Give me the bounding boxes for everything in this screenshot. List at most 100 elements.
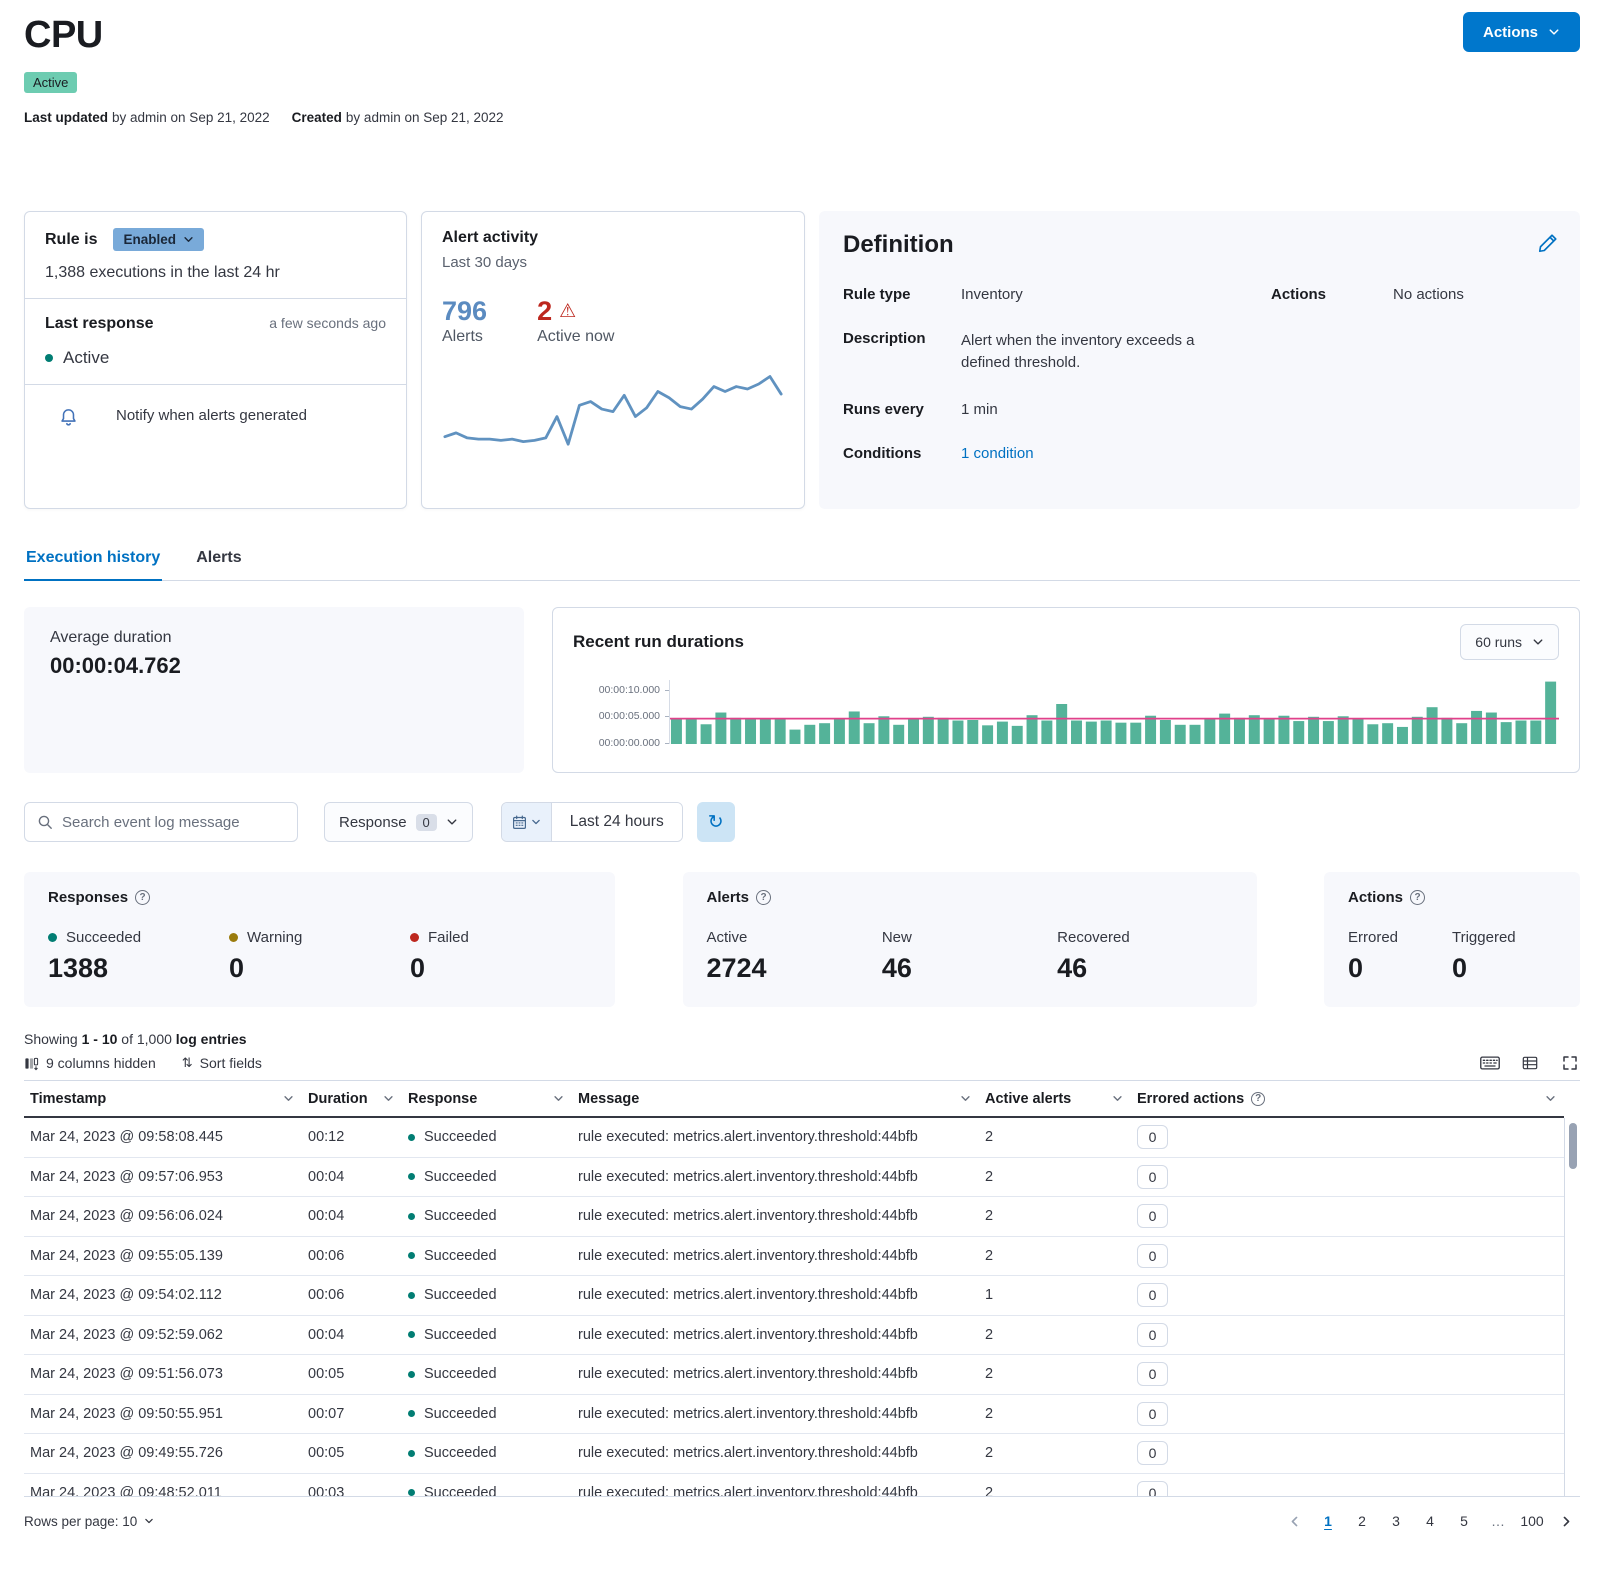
- duration-y-axis: 00:00:10.000 00:00:05.000 00:00:00.000: [573, 680, 669, 744]
- help-icon[interactable]: ?: [135, 890, 150, 905]
- showing-summary: Showing 1 - 10 of 1,000 log entries: [24, 1031, 1580, 1047]
- display-options-icon[interactable]: [1520, 1055, 1540, 1071]
- response-filter-button[interactable]: Response 0: [324, 802, 473, 842]
- chevron-down-icon: [183, 234, 194, 245]
- alerts-count: 796: [442, 296, 487, 326]
- edit-pencil-icon[interactable]: [1538, 233, 1558, 253]
- errored-actions-badge: 0: [1137, 1441, 1168, 1465]
- column-header-active-alerts[interactable]: Active alerts: [979, 1091, 1131, 1107]
- page-number-1[interactable]: 1: [1314, 1507, 1342, 1535]
- table-row: Mar 24, 2023 @ 09:56:06.02400:04Succeede…: [24, 1197, 1564, 1237]
- page-number-3[interactable]: 3: [1382, 1507, 1410, 1535]
- hidden-columns-button[interactable]: 9 columns hidden: [24, 1055, 156, 1071]
- definition-title: Definition: [843, 231, 1556, 259]
- active-status-dot: [45, 354, 53, 362]
- date-range-button[interactable]: Last 24 hours: [552, 803, 682, 841]
- column-header-response[interactable]: Response: [402, 1091, 572, 1107]
- cell-duration: 00:05: [302, 1366, 402, 1382]
- rows-per-page-button[interactable]: Rows per page: 10: [24, 1514, 154, 1529]
- stat-item-label: Recovered: [1057, 929, 1232, 946]
- stat-item-label: Errored: [1348, 929, 1452, 946]
- cell-errored-actions: 0: [1131, 1165, 1564, 1189]
- table-row: Mar 24, 2023 @ 09:48:52.01100:03Succeede…: [24, 1474, 1564, 1497]
- actions-button-label: Actions: [1483, 24, 1538, 41]
- table-toolbar: 9 columns hidden ⇅ Sort fields: [24, 1055, 1580, 1081]
- stat-item-label: Failed: [410, 929, 591, 946]
- page-number-4[interactable]: 4: [1416, 1507, 1444, 1535]
- runs-every-label: Runs every: [843, 401, 951, 418]
- scrollbar-thumb[interactable]: [1569, 1123, 1577, 1169]
- cell-message: rule executed: metrics.alert.inventory.t…: [572, 1129, 979, 1145]
- status-dot-icon: [410, 933, 419, 942]
- cell-active-alerts: 2: [979, 1208, 1131, 1224]
- next-page-button[interactable]: [1552, 1507, 1580, 1535]
- table-body: Mar 24, 2023 @ 09:58:08.44500:12Succeede…: [24, 1118, 1564, 1496]
- page-number-5[interactable]: 5: [1450, 1507, 1478, 1535]
- help-icon[interactable]: ?: [756, 890, 771, 905]
- cell-timestamp: Mar 24, 2023 @ 09:52:59.062: [24, 1327, 302, 1343]
- cell-response: Succeeded: [402, 1287, 572, 1303]
- previous-page-button[interactable]: [1280, 1507, 1308, 1535]
- status-dot-icon: [48, 933, 57, 942]
- description-label: Description: [843, 330, 951, 374]
- runs-count-select[interactable]: 60 runs: [1460, 624, 1559, 660]
- cell-errored-actions: 0: [1131, 1323, 1564, 1347]
- actions-button[interactable]: Actions: [1463, 12, 1580, 52]
- refresh-button[interactable]: ↻: [697, 802, 735, 842]
- succeeded-dot-icon: [408, 1450, 415, 1457]
- table-row: Mar 24, 2023 @ 09:58:08.44500:12Succeede…: [24, 1118, 1564, 1158]
- cell-active-alerts: 1: [979, 1287, 1131, 1303]
- chevron-down-icon: [960, 1093, 971, 1104]
- response-filter-count: 0: [416, 814, 437, 831]
- page-number-2[interactable]: 2: [1348, 1507, 1376, 1535]
- stat-item: Succeeded1388: [48, 929, 229, 984]
- tab-execution-history[interactable]: Execution history: [24, 549, 162, 581]
- cell-message: rule executed: metrics.alert.inventory.t…: [572, 1327, 979, 1343]
- enabled-dropdown[interactable]: Enabled: [113, 228, 204, 251]
- succeeded-dot-icon: [408, 1489, 415, 1496]
- stat-item: Active2724: [707, 929, 882, 984]
- date-picker-calendar-button[interactable]: [502, 803, 552, 841]
- keyboard-shortcuts-icon[interactable]: [1480, 1055, 1500, 1071]
- table-row: Mar 24, 2023 @ 09:51:56.07300:05Succeede…: [24, 1355, 1564, 1395]
- stat-item-label: Warning: [229, 929, 410, 946]
- fullscreen-icon[interactable]: [1560, 1055, 1580, 1071]
- sort-fields-button[interactable]: ⇅ Sort fields: [182, 1055, 262, 1071]
- search-icon: [37, 814, 53, 830]
- cell-duration: 00:05: [302, 1445, 402, 1461]
- average-duration-card: Average duration 00:00:04.762: [24, 607, 524, 773]
- cell-duration: 00:07: [302, 1406, 402, 1422]
- rule-type-value: Inventory: [961, 286, 1261, 303]
- tab-alerts[interactable]: Alerts: [194, 549, 243, 580]
- cell-duration: 00:12: [302, 1129, 402, 1145]
- stat-item-value: 46: [882, 953, 1057, 984]
- cell-message: rule executed: metrics.alert.inventory.t…: [572, 1208, 979, 1224]
- cell-response: Succeeded: [402, 1445, 572, 1461]
- conditions-link[interactable]: 1 condition: [961, 445, 1556, 462]
- succeeded-dot-icon: [408, 1331, 415, 1338]
- succeeded-dot-icon: [408, 1410, 415, 1417]
- enabled-label: Enabled: [123, 232, 176, 247]
- column-header-timestamp[interactable]: Timestamp: [24, 1091, 302, 1107]
- errored-actions-badge: 0: [1137, 1283, 1168, 1307]
- errored-actions-badge: 0: [1137, 1204, 1168, 1228]
- last-response-status: Active: [63, 348, 109, 368]
- help-icon[interactable]: ?: [1410, 890, 1425, 905]
- table-footer: Rows per page: 10 12345…100: [24, 1507, 1580, 1535]
- chevron-down-icon: [1545, 1093, 1556, 1104]
- responses-panel: Responses? Succeeded1388Warning0Failed0: [24, 872, 615, 1007]
- stat-item-label: Triggered: [1452, 929, 1556, 946]
- cell-errored-actions: 0: [1131, 1402, 1564, 1426]
- table-scrollbar[interactable]: [1564, 1118, 1580, 1496]
- cell-message: rule executed: metrics.alert.inventory.t…: [572, 1169, 979, 1185]
- column-header-errored-actions[interactable]: Errored actions?: [1131, 1091, 1564, 1107]
- meta-line: Last updatedby admin on Sep 21, 2022 Cre…: [24, 110, 1580, 125]
- search-input[interactable]: [62, 814, 285, 831]
- column-header-duration[interactable]: Duration: [302, 1091, 402, 1107]
- column-header-message[interactable]: Message: [572, 1091, 979, 1107]
- bell-icon: [59, 408, 78, 427]
- page-number-100[interactable]: 100: [1518, 1507, 1546, 1535]
- cell-duration: 00:06: [302, 1287, 402, 1303]
- active-now-count: 2: [537, 296, 552, 326]
- cell-errored-actions: 0: [1131, 1244, 1564, 1268]
